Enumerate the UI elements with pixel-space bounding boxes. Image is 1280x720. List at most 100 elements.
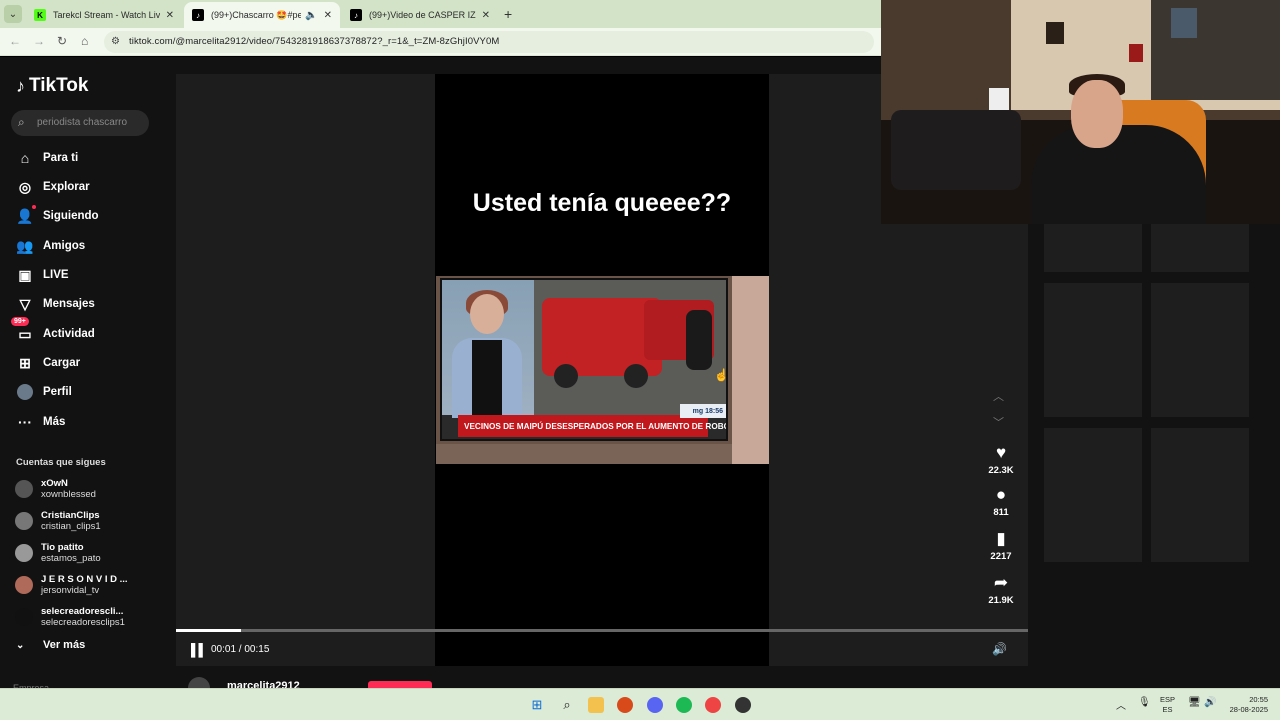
upload-icon: ⊞ (19, 354, 31, 371)
tab-tiktok-casper[interactable]: ♪ (99+)Video de CASPER IZQUIER ✕ (342, 2, 498, 28)
progress-fill (176, 629, 241, 632)
channel-logo: mg 18:56 (680, 404, 726, 418)
video-thumbnail-placeholder[interactable] (1151, 283, 1249, 417)
clock-date: 28-08-2025 (1229, 705, 1268, 714)
volume-icon[interactable]: 🔊 (992, 642, 1007, 656)
search-icon: ⌕ (18, 115, 25, 129)
sidebar-item-actividad[interactable]: ▭ 99+ Actividad (11, 317, 95, 345)
video-thumbnail-placeholder[interactable] (1044, 428, 1142, 562)
search-input[interactable]: ⌕ periodista chascarro (11, 110, 149, 136)
language-code: ESP (1160, 695, 1176, 704)
comment-icon: ● (995, 485, 1007, 504)
following-account[interactable]: J E R S O N V I D ... jersonvidal_tv (15, 571, 128, 599)
windows-taskbar: ⊞ ⌕ ︿ 🎙 ESP ES 🖥 🔊 20:55 28-08-2025 (0, 688, 1280, 720)
avatar (15, 480, 33, 498)
close-icon[interactable]: ✕ (482, 10, 490, 21)
comment-button[interactable]: ● 811 (982, 485, 1020, 518)
account-name: selecreadorescli... (41, 606, 124, 617)
sidebar-item-label: Actividad (43, 328, 95, 340)
chevron-up-icon[interactable]: ︿ (1116, 697, 1126, 712)
tv-screen: VECINOS DE MAIPÚ DESESPERADOS POR EL AUM… (440, 278, 728, 441)
news-banner: VECINOS DE MAIPÚ DESESPERADOS POR EL AUM… (458, 415, 726, 437)
following-section-title: Cuentas que sigues (16, 457, 106, 468)
speaker-icon[interactable]: 🔈 (305, 10, 317, 21)
home-icon: ⌂ (20, 150, 30, 166)
brand-name: TikTok (29, 75, 89, 96)
search-icon[interactable]: ⌕ (559, 697, 575, 713)
tiktok-favicon-icon: ♪ (192, 9, 204, 21)
tiktok-favicon-icon: ♪ (350, 9, 362, 21)
account-handle: cristian_clips1 (41, 521, 101, 532)
following-account[interactable]: xOwN xownblessed (15, 475, 96, 503)
share-button[interactable]: ➦ 21.9K (982, 573, 1020, 606)
webcam-overlay (881, 0, 1280, 224)
forward-icon[interactable]: → (33, 34, 45, 48)
keyboard-layout: ES (1162, 705, 1173, 714)
sidebar-item-explorar[interactable]: ◎ Explorar (16, 176, 90, 198)
network-icon[interactable]: 🖥 (1188, 697, 1201, 708)
file-explorer-icon[interactable] (588, 697, 604, 713)
video-frame[interactable]: Usted tenía queeee?? VECINOS DE MAIPÚ DE… (435, 74, 769, 666)
sidebar-item-mensajes[interactable]: ▽ Mensajes (16, 293, 95, 315)
share-icon: ➦ (993, 573, 1009, 592)
account-name: Tio patito (41, 542, 84, 553)
tab-title: (99+)Chascarro 🤩#periodi (211, 9, 302, 20)
sidebar-item-live[interactable]: ▣ LIVE (16, 264, 68, 286)
chrome-icon[interactable] (705, 697, 721, 713)
see-more-button[interactable]: ⌄ Ver más (16, 639, 85, 651)
video-thumbnail-placeholder[interactable] (1151, 224, 1249, 272)
address-bar[interactable]: ⚙ tiktok.com/@marcelita2912/video/754328… (104, 31, 874, 53)
account-handle: jersonvidal_tv (41, 585, 100, 596)
obs-icon[interactable] (735, 697, 751, 713)
reload-icon[interactable]: ↻ (57, 34, 67, 48)
spotify-icon[interactable] (676, 697, 692, 713)
close-icon[interactable]: ✕ (166, 10, 174, 21)
close-icon[interactable]: ✕ (324, 10, 332, 21)
like-button[interactable]: ♥ 22.3K (982, 443, 1020, 476)
site-info-icon[interactable]: ⚙ (111, 36, 120, 47)
following-icon: 👤 (16, 205, 36, 225)
app-icon[interactable] (617, 697, 633, 713)
next-video-icon[interactable]: ﹀ (993, 414, 1004, 430)
windows-start-icon[interactable]: ⊞ (529, 697, 545, 713)
more-icon: ··· (18, 414, 32, 430)
sidebar-item-mas[interactable]: ··· Más (16, 411, 65, 433)
video-thumbnail-placeholder[interactable] (1044, 283, 1142, 417)
compass-icon: ◎ (18, 178, 32, 195)
video-thumbnail-placeholder[interactable] (1044, 224, 1142, 272)
following-account[interactable]: selecreadorescli... selecreadoresclips1 (15, 603, 125, 631)
tab-tiktok-active[interactable]: ♪ (99+)Chascarro 🤩#periodi 🔈 ✕ (184, 2, 340, 28)
tiktok-logo[interactable]: ♪ TikTok (16, 75, 88, 97)
sidebar-item-amigos[interactable]: 👥 Amigos (16, 235, 85, 257)
sidebar-item-perfil[interactable]: Perfil (16, 381, 72, 403)
tab-search-button[interactable]: ⌄ (4, 5, 22, 23)
pause-icon[interactable]: ▌▌ (191, 643, 207, 657)
following-account[interactable]: Tio patito estamos_pato (15, 539, 101, 567)
new-tab-button[interactable]: + (504, 6, 512, 22)
microphone-icon[interactable]: 🎙 (1138, 697, 1151, 708)
home-icon[interactable]: ⌂ (81, 34, 88, 48)
tab-kick[interactable]: K Tarekcl Stream - Watch Live on ✕ (26, 2, 182, 28)
sidebar-item-cargar[interactable]: ⊞ Cargar (16, 352, 80, 374)
sidebar-item-siguiendo[interactable]: 👤 Siguiendo (16, 205, 99, 227)
video-thumbnail-placeholder[interactable] (1151, 428, 1249, 562)
account-name: xOwN (41, 478, 68, 489)
back-icon[interactable]: ← (9, 34, 21, 48)
sidebar-item-para-ti[interactable]: ⌂ Para ti (16, 147, 78, 169)
volume-icon[interactable]: 🔊 (1204, 697, 1216, 708)
avatar (15, 608, 33, 626)
discord-icon[interactable] (647, 697, 663, 713)
following-account[interactable]: CristianClips cristian_clips1 (15, 507, 101, 535)
progress-bar[interactable] (176, 629, 1028, 632)
bookmark-button[interactable]: ▮ 2217 (982, 529, 1020, 562)
clock[interactable]: 20:55 28-08-2025 (1222, 695, 1268, 715)
tiktok-note-icon: ♪ (16, 75, 25, 96)
previous-video-icon[interactable]: ︿ (993, 388, 1004, 404)
wall (732, 276, 769, 464)
tab-title: Tarekcl Stream - Watch Live on (53, 10, 160, 20)
language-indicator[interactable]: ESP ES (1160, 695, 1175, 715)
sidebar-item-label: Mensajes (43, 298, 95, 310)
avatar (15, 576, 33, 594)
url-text: tiktok.com/@marcelita2912/video/75432819… (129, 36, 500, 47)
notification-dot (32, 205, 36, 209)
